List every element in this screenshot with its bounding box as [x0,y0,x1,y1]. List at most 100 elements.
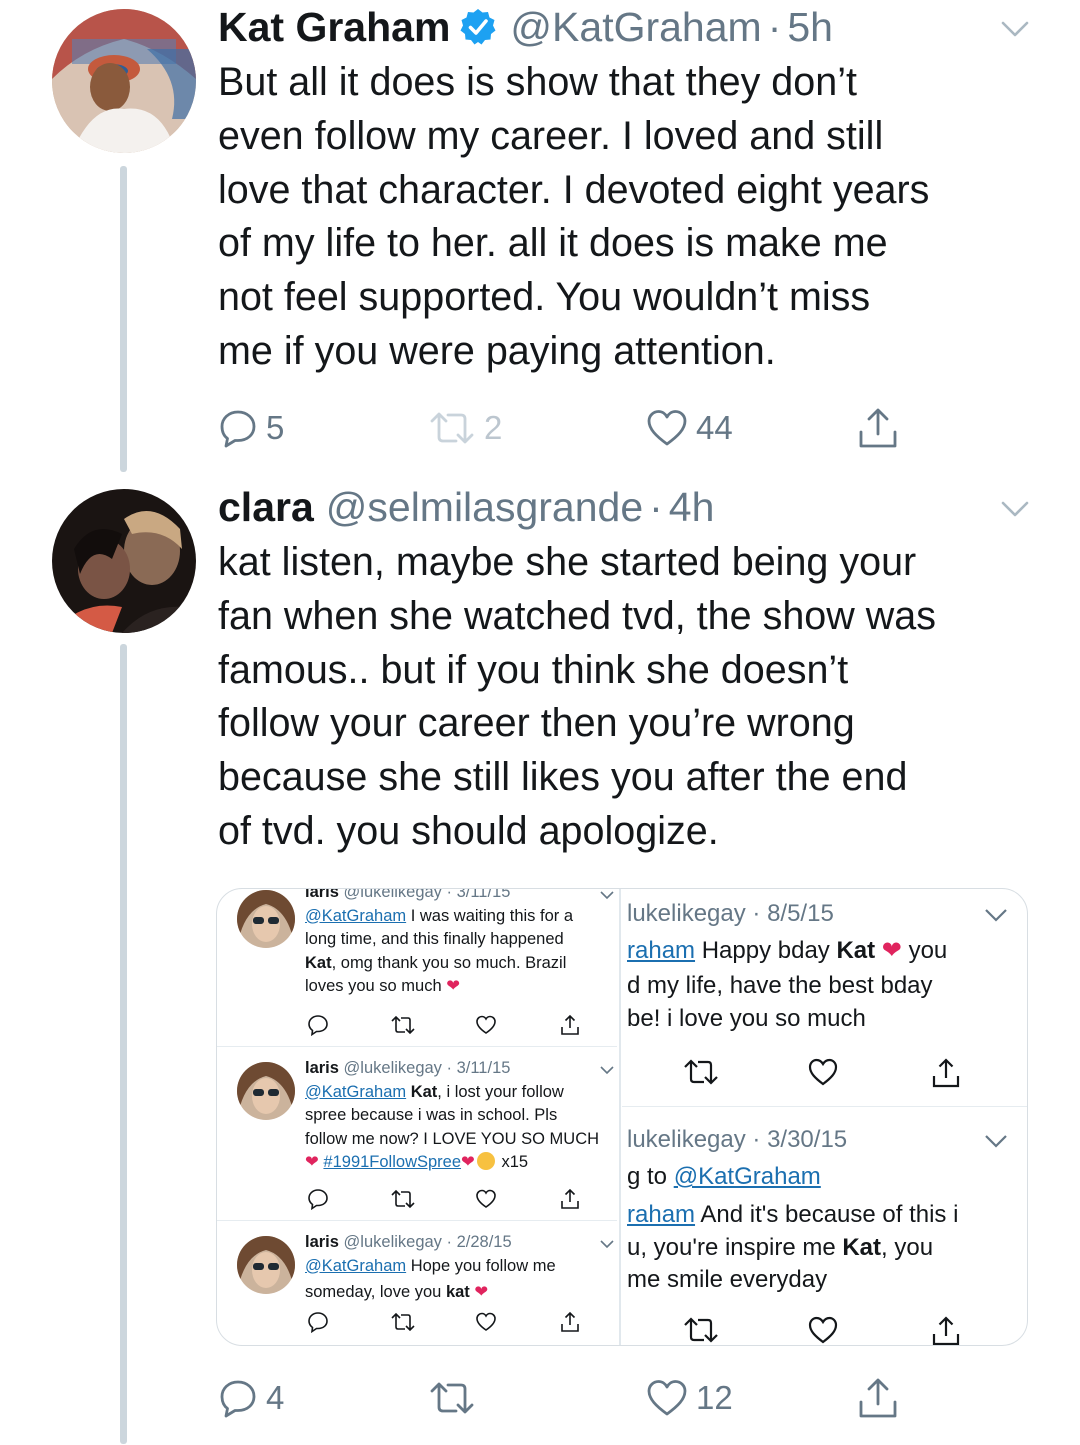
embedded-bold: kat [445,1283,470,1301]
avatar [237,1236,295,1294]
chevron-down-icon[interactable] [1000,498,1030,520]
retweet-icon [391,1189,415,1209]
embedded-text: me smile everyday [627,1266,828,1293]
share-button[interactable] [856,403,900,453]
tweet-text-line: love that character. I devoted eight yea… [218,167,930,212]
weary-face-emoji [476,1152,495,1170]
retweet-icon [391,1015,415,1035]
embedded-text: Happy bday [695,937,837,964]
tweet-text-line: But all it does is show that they don’t [218,60,857,104]
embedded-meta: @lukelikegay · 3/11/15 [343,1059,511,1077]
embedded-bold: Kat [406,1082,438,1101]
tweet-text-line: famous.. but if you think she doesn’t [218,647,849,692]
tweet-text-line: follow your career then you’re wrong [218,701,855,746]
embedded-text: follow me now? I LOVE YOU SO MUCH [305,1129,600,1148]
embedded-name: laris [305,1233,339,1251]
chevron-down-icon [985,909,1007,922]
share-icon [932,1316,960,1345]
verified-badge-icon [458,7,498,47]
tweet-text-line: fan when she watched tvd, the show was [218,593,937,638]
heart-icon [476,1015,496,1034]
heart-emoji: ❤ [446,977,461,995]
thread-line [120,166,127,472]
embedded-text: , omg thank you so much. Brazil [331,953,567,972]
tweet-text: But all it does is show that they don’t … [218,56,929,379]
tweet-kat-graham[interactable]: Kat Graham @KatGraham · 5h But all it do… [0,0,1080,480]
like-button[interactable]: 12 [646,1373,733,1423]
retweet-button[interactable] [428,1373,476,1423]
share-icon [561,1311,579,1332]
tweet-text-line: of tvd. you should apologize. [218,808,719,853]
separator-dot: · [649,483,663,530]
heart-icon [808,1058,838,1086]
heart-icon [647,410,687,446]
embedded-actions [662,1057,962,1091]
heart-emoji: ❤ [881,937,902,964]
embedded-bold: Kat [842,1234,882,1261]
avatar [237,890,295,948]
embedded-text: u, you're inspire me [627,1234,843,1261]
embedded-text: , you [881,1234,934,1261]
embedded-tweet: lukelikegay · 3/30/15 g to @KatGraham ra… [622,1107,1027,1345]
heart-icon [476,1189,496,1208]
retweet-icon [430,412,474,444]
tweet-text-line: me if you were paying attention. [218,328,776,373]
collage-divider [619,889,621,1345]
embedded-text: loves you so much [305,977,442,995]
user-handle[interactable]: @KatGraham [510,4,761,51]
retweet-icon [684,1317,718,1343]
avatar-kat-graham[interactable] [52,9,196,153]
tweet-actions: 5 2 44 [218,403,938,453]
embedded-meta: lukelikegay · 3/30/15 [627,1126,848,1153]
mention-link: raham [627,1201,696,1228]
reply-count: 5 [266,409,285,446]
embedded-text: you [901,937,948,964]
embedded-bold: Kat [305,953,332,972]
retweet-icon [684,1059,718,1085]
embedded-tweet: lukelikegay · 8/5/15 raham Happy bday Ka… [622,889,1027,1107]
reply-button[interactable]: 5 [218,403,284,453]
heart-icon [808,1316,838,1344]
like-count: 12 [696,1379,733,1416]
user-handle[interactable]: @selmilasgrande [326,484,643,531]
mention-link: @KatGraham [673,1163,821,1190]
embedded-name: laris [305,888,339,901]
reply-button[interactable]: 4 [218,1373,284,1423]
like-button[interactable]: 44 [646,403,733,453]
chevron-down-icon[interactable] [1000,18,1030,40]
attached-image[interactable]: laris @lukelikegay · 3/11/15 @KatGraham … [216,888,1028,1346]
reply-count: 4 [266,1379,285,1416]
retweet-button[interactable]: 2 [428,403,502,453]
embedded-text: I was waiting this for a [406,906,574,925]
heart-emoji: ❤ [461,1153,475,1171]
display-name[interactable]: clara [218,484,314,531]
tweet-text-line: kat listen, maybe she started being your [218,540,917,584]
timestamp[interactable]: 5h [787,4,833,51]
embedded-meta: @lukelikegay · 2/28/15 [343,1233,512,1251]
timestamp[interactable]: 4h [669,484,715,531]
thread-line [120,644,127,1444]
share-icon [932,1058,960,1088]
share-icon [561,1014,579,1035]
share-button[interactable] [856,1373,900,1423]
tweet-text: kat listen, maybe she started being your… [218,536,936,859]
heart-emoji: ❤ [305,1153,319,1171]
embedded-name: laris [305,1059,339,1077]
mention-link: @KatGraham [305,1082,407,1101]
heart-icon [476,1312,496,1331]
mention-link: raham [627,937,696,964]
embedded-text: , i lost your follow [437,1082,564,1101]
chevron-down-icon [600,1066,614,1075]
embedded-tweet: laris @lukelikegay · 3/11/15 @KatGraham … [217,1047,617,1221]
tweet-text-line: even follow my career. I loved and still [218,113,884,158]
share-icon [859,1378,897,1418]
tweet-text-line: because she still likes you after the en… [218,755,908,800]
mention-link: @KatGraham [305,906,407,925]
embedded-text: d my life, have the best bday [627,972,933,999]
reply-icon [308,1312,328,1333]
avatar-clara[interactable] [52,489,196,633]
tweet-text-line: of my life to her. all it does is make m… [218,221,888,266]
display-name[interactable]: Kat Graham [218,4,450,51]
chevron-down-icon [600,1240,614,1249]
embedded-bold: Kat [836,937,876,964]
